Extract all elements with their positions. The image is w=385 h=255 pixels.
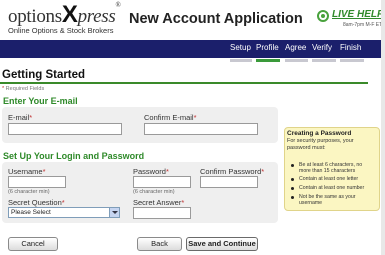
username-label: Username* <box>8 167 46 176</box>
confirm-password-required-star: * <box>261 167 265 176</box>
step-indicator-agree <box>285 59 308 62</box>
email-section-heading: Enter Your E-mail <box>3 96 78 106</box>
password-rule-number: Contain at least one number <box>299 185 365 191</box>
email-input[interactable] <box>8 123 122 135</box>
password-required-star: * <box>165 167 169 176</box>
step-verify: Verify <box>312 43 333 52</box>
password-label: Password* <box>133 167 169 176</box>
logo-registered: ® <box>115 1 121 9</box>
confirm-email-label-text: Confirm E-mail <box>144 113 194 122</box>
required-fields-text: Required Fields <box>5 86 45 92</box>
live-help-link[interactable]: LIVE HELP <box>332 9 384 20</box>
password-label-text: Password <box>133 167 166 176</box>
login-section-heading: Set Up Your Login and Password <box>3 151 145 161</box>
confirm-email-label: Confirm E-mail* <box>144 113 197 122</box>
confirm-email-required-star: * <box>193 113 197 122</box>
secret-answer-input[interactable] <box>133 207 191 219</box>
step-indicator-finish <box>340 59 364 62</box>
secret-question-label-text: Secret Question <box>8 198 62 207</box>
secret-question-label: Secret Question* <box>8 198 65 207</box>
password-tips-intro: For security purposes, your password mus… <box>287 138 354 151</box>
step-indicator-profile <box>256 59 280 62</box>
page-header-title: New Account Application <box>129 11 303 27</box>
password-rule-username: Not be the same as your username <box>299 194 356 207</box>
step-indicator-setup <box>230 59 252 62</box>
step-setup: Setup <box>230 43 251 52</box>
password-tips-title: Creating a Password <box>287 130 352 137</box>
username-label-text: Username <box>8 167 43 176</box>
brand-logo: optionsXpress® <box>8 1 121 29</box>
password-rule-letter: Contain at least one letter <box>299 176 359 182</box>
logo-x-mark: X <box>61 1 78 28</box>
step-profile: Profile <box>256 43 279 52</box>
confirm-email-input[interactable] <box>144 123 258 135</box>
confirm-password-label: Confirm Password* <box>200 167 264 176</box>
title-divider <box>0 82 368 84</box>
password-hint: (6 character min) <box>133 189 175 195</box>
live-help-hours: 8am-7pm M-F ET <box>343 22 383 28</box>
logo-tagline: Online Options & Stock Brokers <box>8 26 114 35</box>
required-star: * <box>2 86 5 92</box>
bullet-icon <box>291 164 294 167</box>
username-hint: (6 character min) <box>8 189 50 195</box>
email-label-text: E-mail <box>8 113 30 122</box>
step-agree: Agree <box>285 43 307 52</box>
logo-press: press <box>77 6 116 27</box>
email-required-star: * <box>29 113 33 122</box>
bullet-icon <box>291 178 294 181</box>
secret-answer-required-star: * <box>181 198 185 207</box>
password-rule-length: Be at least 6 characters, no more than 1… <box>299 162 363 175</box>
password-input[interactable] <box>133 176 191 188</box>
username-input[interactable] <box>8 176 66 188</box>
confirm-password-input[interactable] <box>200 176 258 188</box>
secret-answer-label-text: Secret Answer <box>133 198 182 207</box>
secret-question-select[interactable]: Please Select <box>8 207 120 218</box>
back-button[interactable]: Back <box>137 237 182 251</box>
bullet-icon <box>291 196 294 199</box>
step-indicator-verify <box>312 59 336 62</box>
secret-question-required-star: * <box>61 198 65 207</box>
email-label: E-mail* <box>8 113 32 122</box>
username-required-star: * <box>42 167 46 176</box>
live-help-icon[interactable] <box>317 10 329 22</box>
scrollbar-edge[interactable] <box>381 0 385 255</box>
dropdown-arrow-icon[interactable] <box>109 208 119 217</box>
confirm-password-label-text: Confirm Password <box>200 167 262 176</box>
secret-answer-label: Secret Answer* <box>133 198 184 207</box>
step-finish: Finish <box>340 43 362 52</box>
save-and-continue-button[interactable]: Save and Continue <box>186 237 258 251</box>
logo-word: options <box>8 6 62 27</box>
bullet-icon <box>291 187 294 190</box>
secret-question-selected: Please Select <box>11 209 51 216</box>
required-fields-note: * Required Fields <box>2 86 44 92</box>
page-title: Getting Started <box>2 69 86 81</box>
cancel-button[interactable]: Cancel <box>8 237 58 251</box>
